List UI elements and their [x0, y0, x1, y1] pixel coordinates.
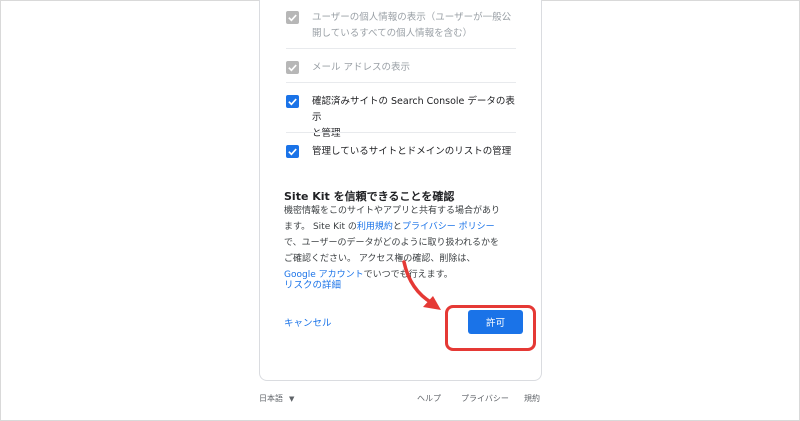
divider: [286, 48, 516, 49]
permission-item-profile: ユーザーの個人情報の表示（ユーザーが一般公 開しているすべての個人情報を含む）: [286, 10, 516, 42]
checkbox-profile: [286, 11, 299, 24]
checkbox-search-console[interactable]: [286, 95, 299, 108]
help-link[interactable]: ヘルプ: [417, 393, 441, 404]
caret-down-icon: ▼: [289, 394, 295, 403]
checkbox-email: [286, 61, 299, 74]
checkbox-sites[interactable]: [286, 145, 299, 158]
check-icon: [288, 148, 297, 156]
divider: [286, 82, 516, 83]
confirm-title: Site Kit を信頼できることを確認: [284, 190, 455, 203]
permission-item-email: メール アドレスの表示: [286, 60, 516, 76]
language-label: 日本語: [259, 394, 283, 403]
terms-link[interactable]: 利用規約: [357, 222, 393, 232]
cancel-button[interactable]: キャンセル: [284, 315, 332, 329]
language-selector[interactable]: 日本語 ▼: [259, 393, 294, 404]
divider: [286, 132, 516, 133]
permission-label: ユーザーの個人情報の表示（ユーザーが一般公 開しているすべての個人情報を含む）: [312, 12, 512, 39]
confirm-body: 機密情報をこのサイトやアプリと共有する場合があり ます。 Site Kit の利…: [284, 206, 501, 280]
permission-label: メール アドレスの表示: [312, 62, 411, 73]
privacy-policy-link[interactable]: プライバシー ポリシー: [402, 222, 495, 232]
check-icon: [288, 64, 297, 72]
check-icon: [288, 14, 297, 22]
risk-details-link[interactable]: リスクの詳細: [284, 277, 341, 291]
permission-label: 管理しているサイトとドメインのリストの管理: [312, 146, 512, 157]
highlight-annotation: [445, 305, 536, 351]
permission-label: 確認済みサイトの Search Console データの表示 と管理: [312, 96, 515, 139]
terms-footer-link[interactable]: 規約: [524, 393, 540, 404]
check-icon: [288, 98, 297, 106]
permission-item-search-console[interactable]: 確認済みサイトの Search Console データの表示 と管理: [286, 94, 516, 142]
privacy-link[interactable]: プライバシー: [461, 393, 509, 404]
permission-item-sites[interactable]: 管理しているサイトとドメインのリストの管理: [286, 144, 516, 160]
